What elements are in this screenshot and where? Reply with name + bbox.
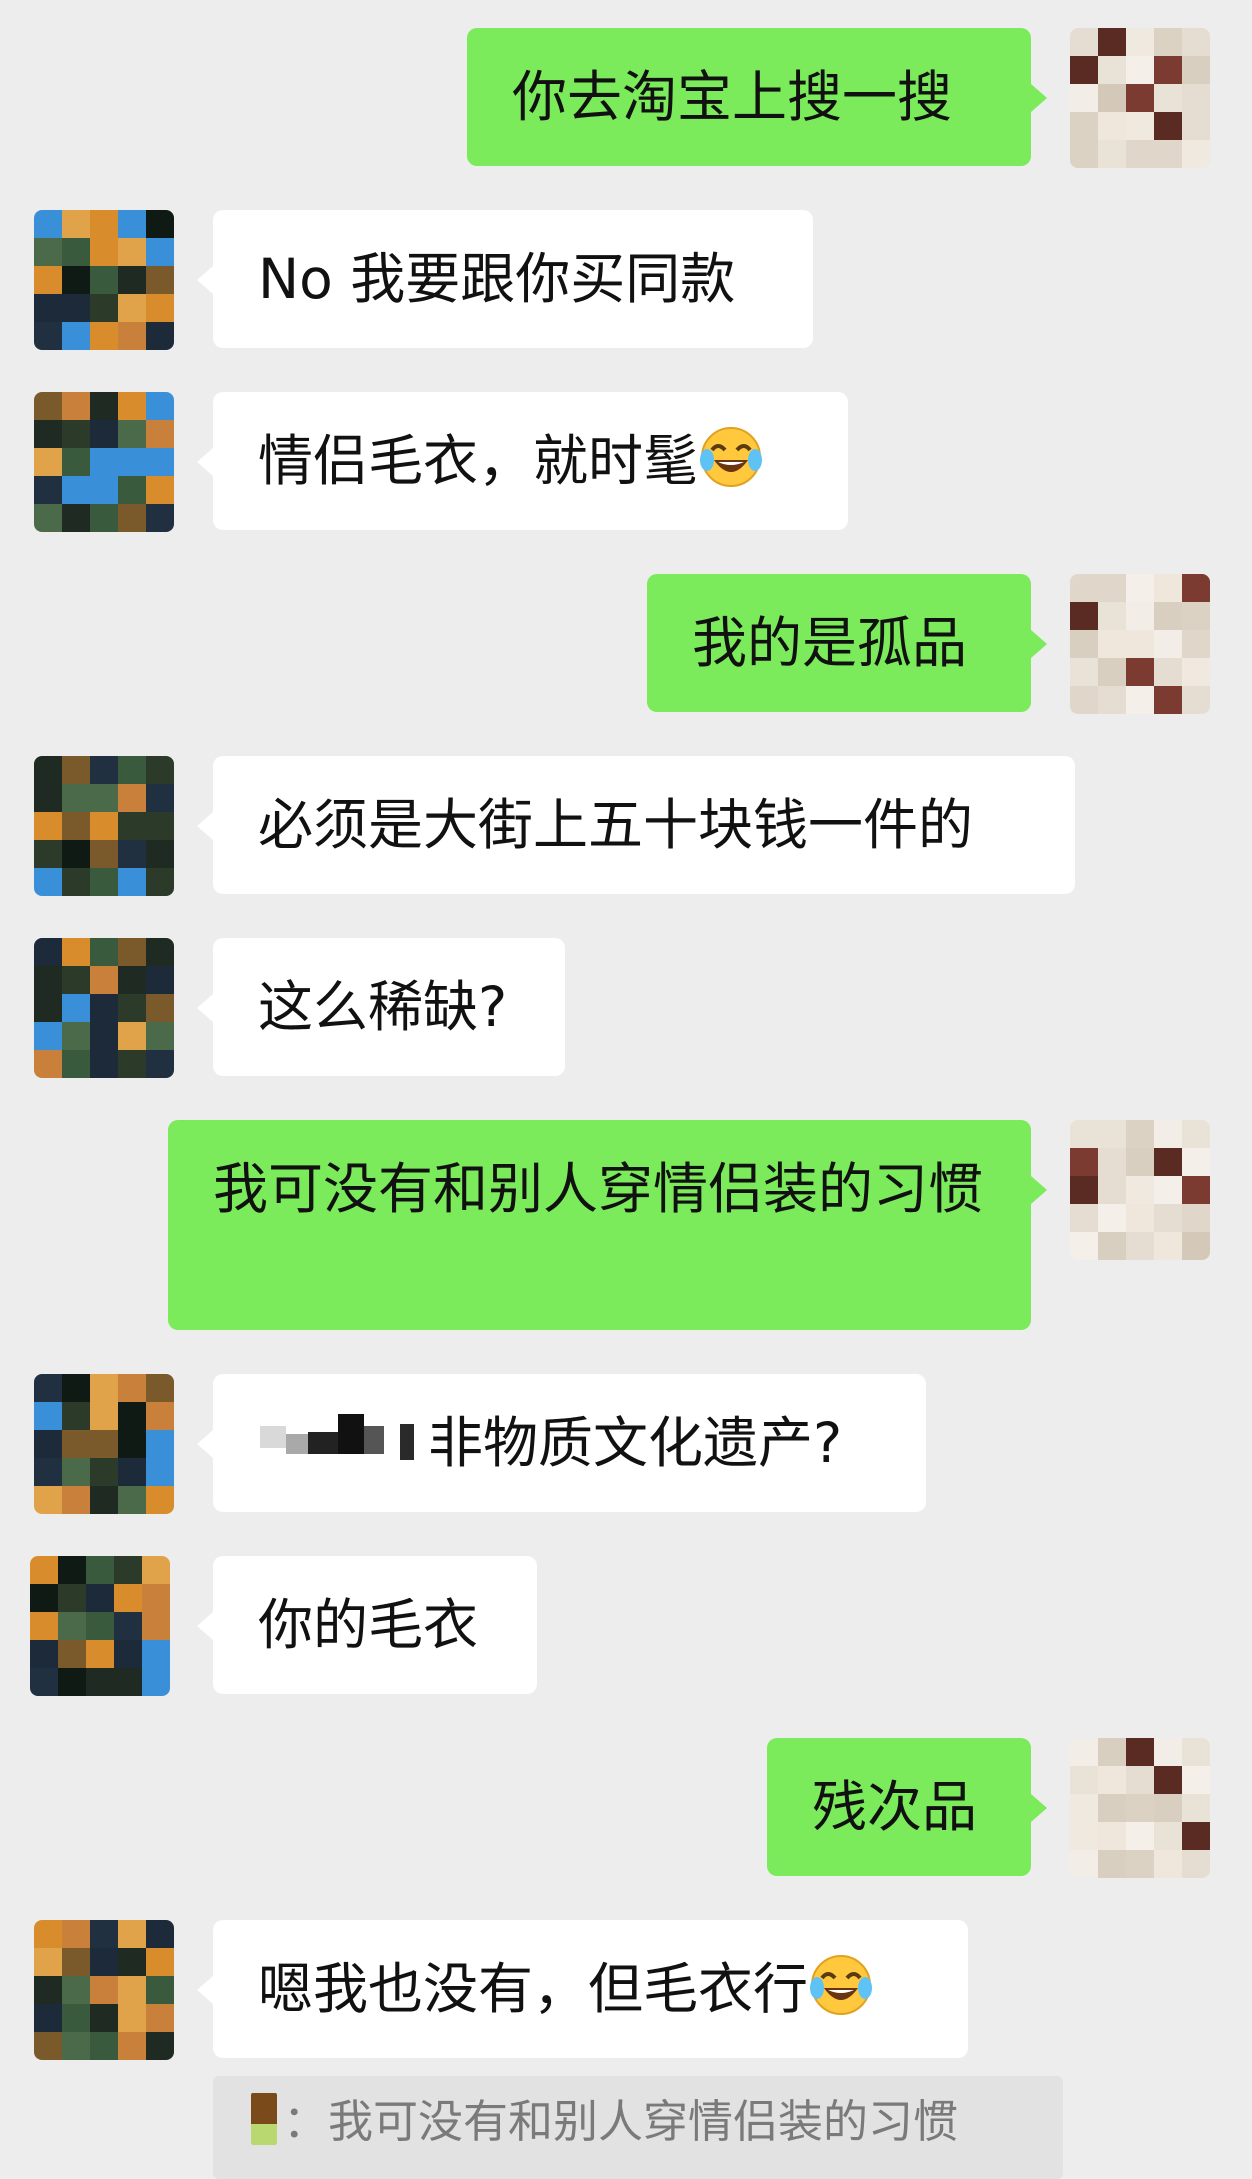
avatar[interactable] — [34, 1920, 174, 2060]
avatar[interactable] — [34, 756, 174, 896]
message-bubble[interactable]: 我可没有和别人穿情侣装的习惯 — [168, 1120, 1031, 1330]
message-bubble[interactable]: No 我要跟你买同款 — [213, 210, 813, 348]
bubble-tail — [197, 266, 213, 294]
bubble-tail — [197, 448, 213, 476]
quote-separator: ： — [283, 2095, 329, 2148]
redaction-block — [258, 1410, 428, 1470]
bubble-tail — [197, 812, 213, 840]
avatar[interactable] — [34, 1374, 174, 1514]
message-bubble[interactable]: 情侣毛衣，就时髦 — [213, 392, 848, 530]
quote-text: 我可没有和别人穿情侣装的习惯 — [328, 2095, 959, 2148]
avatar[interactable] — [1070, 1738, 1210, 1878]
tears-of-joy-emoji-icon — [698, 424, 764, 490]
avatar[interactable] — [1070, 28, 1210, 168]
quoted-message[interactable]: ：我可没有和别人穿情侣装的习惯 — [213, 2076, 1063, 2179]
avatar[interactable] — [1070, 1120, 1210, 1260]
message-text: 你的毛衣 — [258, 1593, 479, 1657]
message-bubble[interactable]: 残次品 — [767, 1738, 1031, 1876]
message-bubble[interactable]: 嗯我也没有，但毛衣行 — [213, 1920, 968, 2058]
bubble-tail — [1031, 84, 1047, 112]
message-text: 你去淘宝上搜一搜 — [512, 65, 953, 129]
bubble-tail — [197, 1430, 213, 1458]
avatar[interactable] — [30, 1556, 170, 1696]
message-text: No 我要跟你买同款 — [258, 247, 736, 311]
avatar[interactable] — [34, 392, 174, 532]
message-text: 残次品 — [812, 1775, 978, 1839]
tears-of-joy-emoji-icon — [808, 1952, 874, 2018]
bubble-tail — [197, 1612, 213, 1640]
message-text: 这么稀缺? — [258, 975, 508, 1039]
message-bubble[interactable]: 你去淘宝上搜一搜 — [467, 28, 1031, 166]
bubble-tail — [1031, 1176, 1047, 1204]
avatar[interactable] — [34, 210, 174, 350]
avatar[interactable] — [1070, 574, 1210, 714]
message-text: 非物质文化遗产? — [428, 1411, 843, 1475]
message-bubble[interactable]: 我的是孤品 — [647, 574, 1031, 712]
message-bubble[interactable]: 你的毛衣 — [213, 1556, 537, 1694]
message-bubble[interactable]: 这么稀缺? — [213, 938, 565, 1076]
chat-conversation: 你去淘宝上搜一搜 No 我要跟你买同款 情侣毛衣，就时髦 我的是孤品 必须是大街… — [0, 0, 1252, 2179]
bubble-tail — [197, 994, 213, 1022]
quote-author-avatar — [251, 2093, 277, 2145]
message-text: 必须是大街上五十块钱一件的 — [258, 793, 974, 857]
message-text: 我的是孤品 — [692, 611, 968, 675]
bubble-tail — [197, 1976, 213, 2004]
bubble-tail — [1031, 630, 1047, 658]
message-bubble[interactable]: 非物质文化遗产? — [213, 1374, 926, 1512]
bubble-tail — [1031, 1794, 1047, 1822]
message-bubble[interactable]: 必须是大街上五十块钱一件的 — [213, 756, 1075, 894]
message-text: 我可没有和别人穿情侣装的习惯 — [213, 1157, 984, 1221]
avatar[interactable] — [34, 938, 174, 1078]
message-text: 情侣毛衣，就时髦 — [258, 429, 699, 493]
message-text: 嗯我也没有，但毛衣行 — [258, 1957, 809, 2021]
